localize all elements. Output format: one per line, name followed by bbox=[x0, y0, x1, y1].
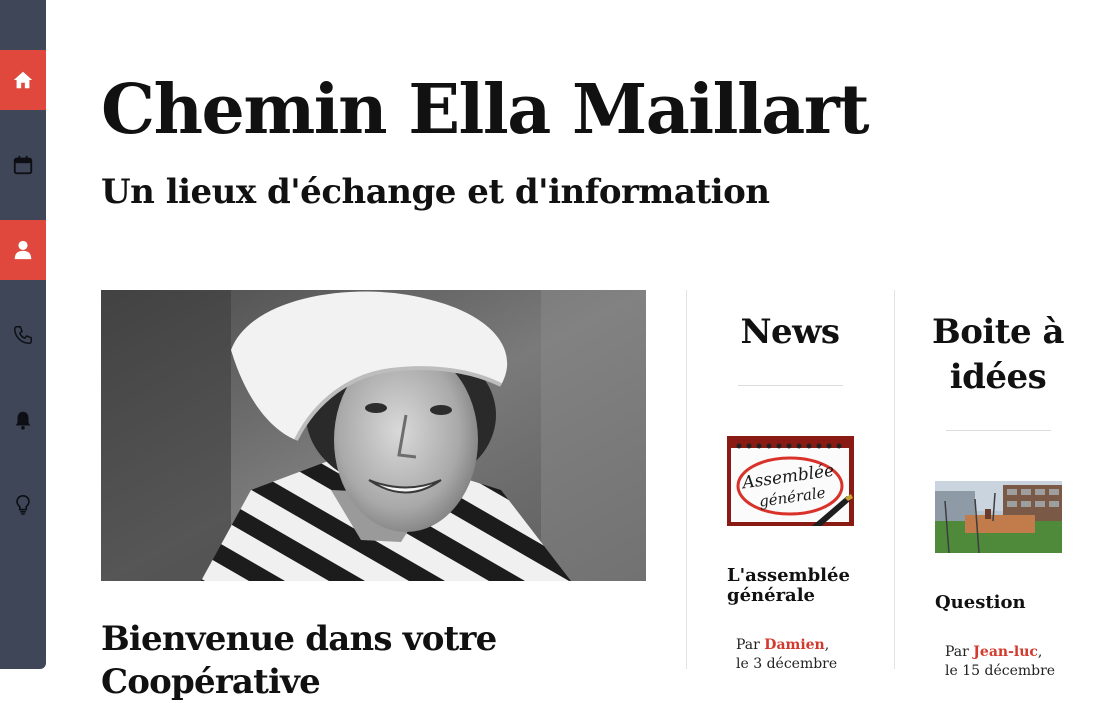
phone-icon bbox=[14, 326, 32, 344]
site-title: Chemin Ella Maillart bbox=[101, 70, 870, 150]
nav-profile[interactable] bbox=[0, 220, 46, 280]
news-heading: News bbox=[740, 312, 840, 352]
byline-prefix: Par bbox=[736, 637, 760, 653]
nav-calendar[interactable] bbox=[0, 135, 46, 195]
calendar-icon bbox=[13, 155, 33, 175]
ideas-heading-rule bbox=[946, 430, 1051, 431]
news-heading-rule bbox=[738, 385, 843, 386]
nav-contact[interactable] bbox=[0, 305, 46, 365]
hero-portrait-image bbox=[101, 290, 646, 581]
ideas-post-date: le 15 décembre bbox=[945, 663, 1056, 679]
news-post-author-link[interactable]: Damien bbox=[764, 637, 824, 653]
news-post-date: le 3 décembre bbox=[736, 656, 838, 672]
lightbulb-icon bbox=[16, 495, 30, 515]
nav-ideas[interactable] bbox=[0, 475, 46, 535]
sidebar bbox=[0, 0, 46, 669]
news-post-title[interactable]: L'assemblée générale bbox=[727, 566, 877, 606]
byline-prefix: Par bbox=[945, 644, 969, 660]
ideas-post-thumbnail[interactable] bbox=[935, 481, 1062, 553]
bell-icon bbox=[15, 411, 31, 430]
byline-comma: , bbox=[1037, 644, 1043, 660]
ideas-post-title[interactable]: Question bbox=[935, 593, 1085, 613]
site-subtitle: Un lieux d'échange et d'information bbox=[101, 172, 770, 212]
column-divider bbox=[686, 290, 687, 669]
news-post-thumbnail[interactable]: Assemblée générale bbox=[727, 436, 854, 526]
byline-comma: , bbox=[824, 637, 830, 653]
welcome-heading: Bienvenue dans votre Coopérative bbox=[101, 619, 497, 702]
ideas-post-byline: Par Jean-luc, bbox=[945, 643, 1042, 662]
ideas-heading: Boite à idées bbox=[931, 312, 1065, 397]
nav-home[interactable] bbox=[0, 50, 46, 110]
ideas-post-author-link[interactable]: Jean-luc bbox=[973, 644, 1038, 660]
nav-notifications[interactable] bbox=[0, 390, 46, 450]
column-divider bbox=[894, 290, 895, 669]
user-icon bbox=[14, 240, 32, 260]
news-post-byline: Par Damien, bbox=[736, 636, 829, 655]
home-icon bbox=[13, 71, 33, 89]
